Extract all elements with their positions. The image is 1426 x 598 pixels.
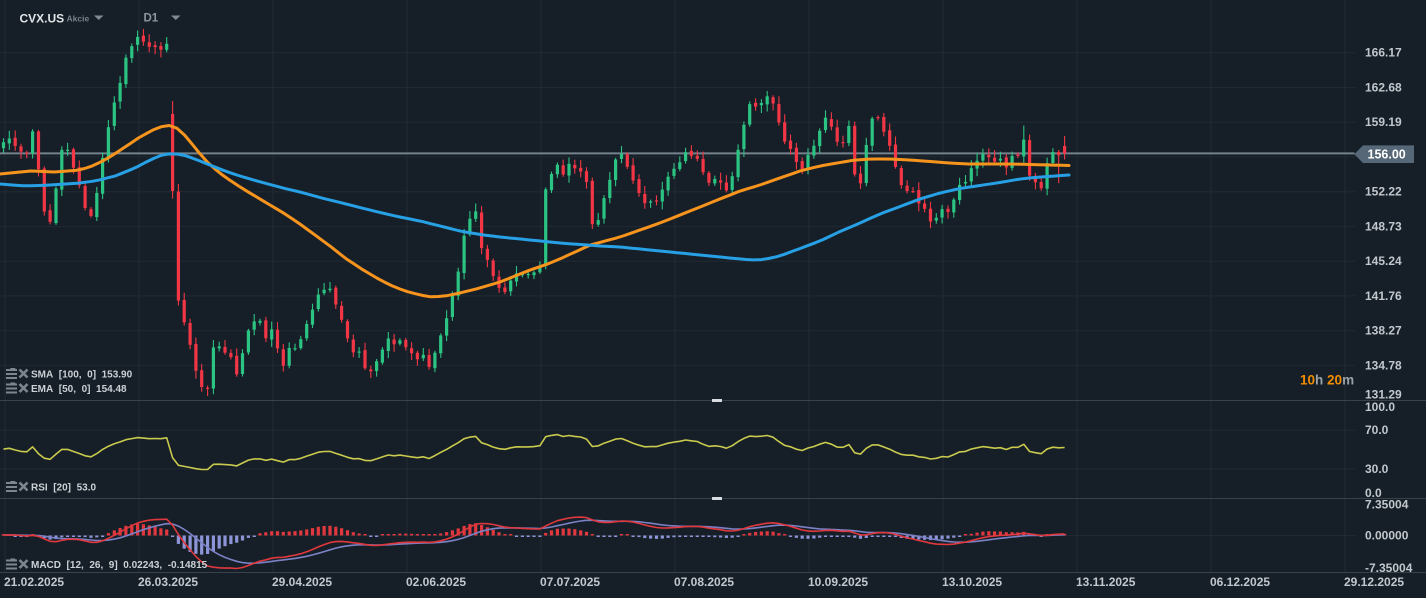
svg-text:13.10.2025: 13.10.2025 [942,575,1002,589]
svg-text:21.02.2025: 21.02.2025 [4,575,64,589]
svg-text:Akcie: Akcie [67,14,90,24]
svg-text:166.17: 166.17 [1365,46,1402,60]
svg-text:07.07.2025: 07.07.2025 [540,575,600,589]
svg-text:26.03.2025: 26.03.2025 [138,575,198,589]
svg-text:30.0: 30.0 [1365,462,1389,476]
svg-text:134.78: 134.78 [1365,358,1402,372]
svg-text:10.09.2025: 10.09.2025 [808,575,868,589]
svg-text:EMA [50, 0] 154.48: EMA [50, 0] 154.48 [31,384,127,395]
svg-text:D1: D1 [144,13,159,25]
svg-text:7.35004: 7.35004 [1365,497,1409,511]
svg-text:RSI [20] 53.0: RSI [20] 53.0 [31,483,96,494]
svg-text:13.11.2025: 13.11.2025 [1076,575,1136,589]
svg-text:145.24: 145.24 [1365,254,1402,268]
svg-text:138.27: 138.27 [1365,324,1402,338]
svg-text:156.00: 156.00 [1368,148,1406,162]
svg-text:159.19: 159.19 [1365,115,1402,129]
svg-text:29.04.2025: 29.04.2025 [272,575,332,589]
svg-text:07.08.2025: 07.08.2025 [674,575,734,589]
svg-text:02.06.2025: 02.06.2025 [406,575,466,589]
svg-text:CVX.US: CVX.US [20,12,65,26]
svg-text:29.12.2025: 29.12.2025 [1344,575,1404,589]
svg-text:141.76: 141.76 [1365,289,1402,303]
svg-text:100.0: 100.0 [1365,400,1395,414]
svg-text:148.73: 148.73 [1365,219,1402,233]
svg-text:162.68: 162.68 [1365,81,1402,95]
svg-text:SMA [100, 0] 153.90: SMA [100, 0] 153.90 [31,370,133,381]
svg-text:70.0: 70.0 [1365,423,1389,437]
svg-text:06.12.2025: 06.12.2025 [1210,575,1270,589]
svg-text:152.22: 152.22 [1365,185,1402,199]
svg-text:MACD [12, 26, 9] 0.02243,: MACD [12, 26, 9] 0.02243, -0.14815 [31,560,208,571]
svg-text:0.00000: 0.00000 [1365,529,1409,543]
svg-text:10h 20m: 10h 20m [1300,373,1354,388]
svg-text:-7.35004: -7.35004 [1365,561,1413,575]
